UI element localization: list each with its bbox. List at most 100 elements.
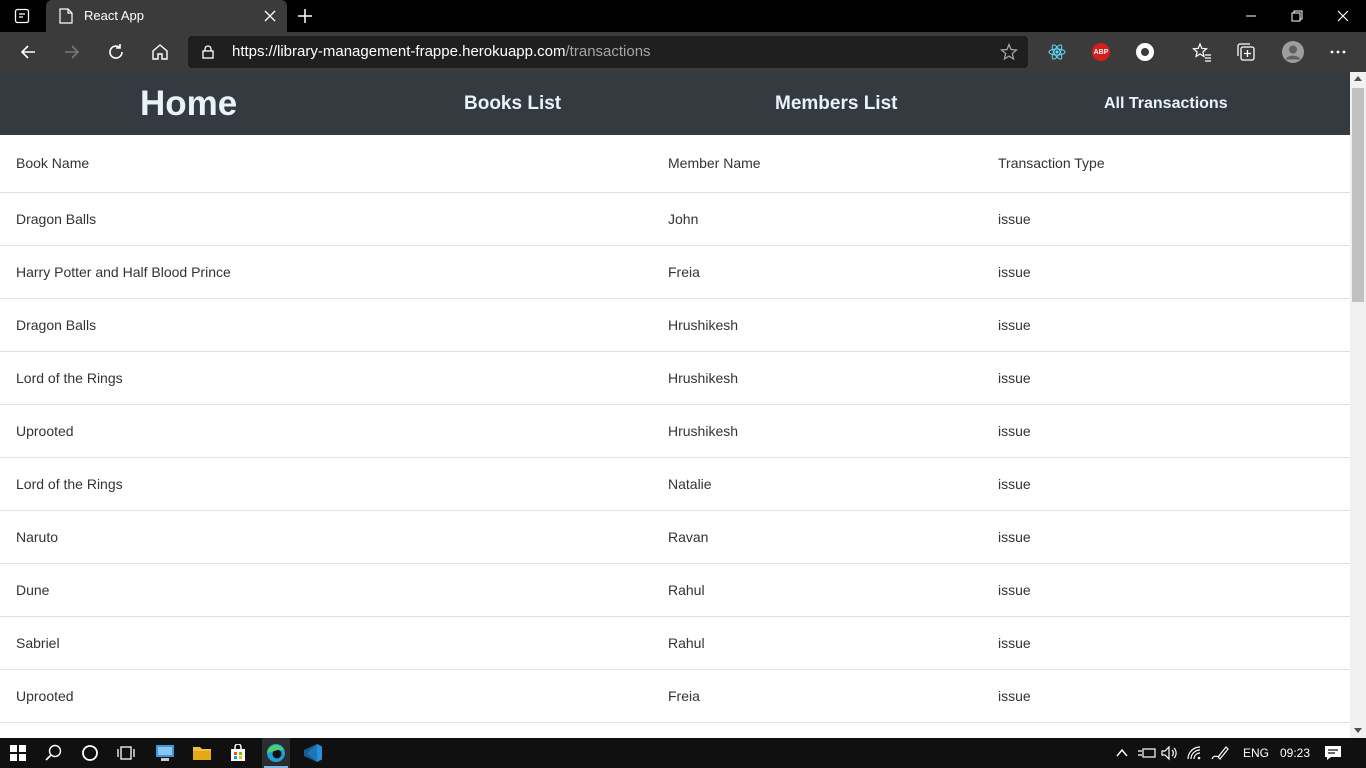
tab-actions-icon[interactable] <box>14 8 30 24</box>
minimize-button[interactable] <box>1228 0 1274 32</box>
settings-more-button[interactable] <box>1326 40 1350 64</box>
forward-button[interactable] <box>60 40 84 64</box>
pen-icon <box>1211 746 1229 760</box>
book-name-cell: Lord of the Rings <box>0 351 652 405</box>
notifications-icon <box>1325 746 1341 760</box>
browser-tab[interactable]: React App <box>46 0 287 32</box>
table-header-row: Book Name Member Name Transaction Type <box>0 135 1350 193</box>
extension-icon[interactable] <box>1136 43 1154 61</box>
close-window-button[interactable] <box>1320 0 1366 32</box>
battery-status-button[interactable] <box>1135 741 1159 765</box>
new-tab-icon[interactable] <box>296 7 314 25</box>
table-row: Sabriel Rahul issue <box>0 616 1350 670</box>
windows-logo-icon <box>10 745 26 761</box>
taskbar-app-store[interactable] <box>226 741 250 765</box>
nav-members-link[interactable]: Members List <box>775 93 897 115</box>
table-row: Uprooted Hrushikesh issue <box>0 404 1350 458</box>
pen-workspace-button[interactable] <box>1208 741 1232 765</box>
member-name-cell: Hrushikesh <box>652 298 982 352</box>
close-tab-icon[interactable] <box>263 9 277 23</box>
action-center-button[interactable] <box>1321 741 1345 765</box>
url-path: /transactions <box>565 43 651 60</box>
wifi-button[interactable] <box>1183 741 1207 765</box>
minimize-icon <box>1246 15 1256 17</box>
add-favorite-icon[interactable] <box>1000 43 1018 61</box>
edge-browser-icon <box>267 744 285 762</box>
table-row: Dragon Balls Hrushikesh issue <box>0 298 1350 352</box>
restore-button[interactable] <box>1274 0 1320 32</box>
transaction-type-cell: issue <box>982 404 1350 458</box>
back-button[interactable] <box>16 40 40 64</box>
member-name-cell: Rahul <box>652 563 982 617</box>
address-bar[interactable]: https://library-management-frappe.heroku… <box>188 36 1028 68</box>
react-devtools-icon[interactable] <box>1048 43 1066 61</box>
windows-taskbar: ENG 09:23 <box>0 738 1366 768</box>
home-icon <box>152 44 168 60</box>
home-button[interactable] <box>148 40 172 64</box>
scroll-up-arrow-icon[interactable] <box>1354 76 1362 81</box>
transaction-type-cell: issue <box>982 510 1350 564</box>
show-hidden-icons-button[interactable] <box>1110 741 1134 765</box>
taskbar-app-file-explorer[interactable] <box>190 741 214 765</box>
speaker-icon <box>1161 745 1177 761</box>
folder-icon <box>193 747 211 760</box>
table-row: Harry Potter and Half Blood Prince Freia… <box>0 245 1350 299</box>
page-scrollbar[interactable] <box>1350 72 1366 738</box>
taskbar-app-vscode[interactable] <box>301 741 325 765</box>
browser-title-bar: React App <box>0 0 1366 32</box>
member-name-cell: Ravan <box>652 510 982 564</box>
nav-home-link[interactable]: Home <box>140 84 237 124</box>
url-host: https://library-management-frappe.heroku… <box>232 43 566 60</box>
search-button[interactable] <box>42 741 66 765</box>
start-button[interactable] <box>6 741 30 765</box>
refresh-icon <box>109 44 123 59</box>
column-header-member-name: Member Name <box>652 135 982 193</box>
chevron-up-icon <box>1116 748 1128 757</box>
volume-button[interactable] <box>1158 741 1182 765</box>
clock-time[interactable]: 09:23 <box>1280 746 1310 760</box>
input-language-indicator[interactable]: ENG <box>1243 746 1269 760</box>
transaction-type-cell: issue <box>982 298 1350 352</box>
scroll-down-arrow-icon[interactable] <box>1354 728 1362 733</box>
battery-plug-icon <box>1138 748 1156 758</box>
transaction-type-cell: issue <box>982 245 1350 299</box>
table-row: Naruto Ravan issue <box>0 510 1350 564</box>
book-name-cell: Harry Potter and Half Blood Prince <box>0 245 652 299</box>
nav-books-link[interactable]: Books List <box>464 93 561 115</box>
cortana-button[interactable] <box>78 741 102 765</box>
member-name-cell: Rahul <box>652 616 982 670</box>
book-name-cell: Dune <box>0 563 652 617</box>
adblock-plus-icon[interactable]: ABP <box>1092 43 1110 61</box>
nav-transactions-link[interactable]: All Transactions <box>1104 95 1228 113</box>
transactions-table: Book Name Member Name Transaction Type D… <box>0 135 1350 723</box>
avatar <box>1282 41 1304 63</box>
browser-toolbar: https://library-management-frappe.heroku… <box>0 32 1366 72</box>
close-icon <box>1337 10 1349 22</box>
restore-icon <box>1291 10 1303 22</box>
favorites-button[interactable] <box>1190 40 1214 64</box>
book-name-cell: Sabriel <box>0 616 652 670</box>
book-name-cell: Uprooted <box>0 669 652 723</box>
transaction-type-cell: issue <box>982 351 1350 405</box>
transaction-type-cell: issue <box>982 563 1350 617</box>
profile-button[interactable] <box>1280 39 1306 65</box>
refresh-button[interactable] <box>104 40 128 64</box>
collections-button[interactable] <box>1234 40 1258 64</box>
url-text[interactable]: https://library-management-frappe.heroku… <box>232 43 651 60</box>
tab-title: React App <box>84 8 144 23</box>
transactions-table-container: Book Name Member Name Transaction Type D… <box>0 135 1350 738</box>
transaction-type-cell: issue <box>982 616 1350 670</box>
lock-icon[interactable] <box>202 45 214 59</box>
member-name-cell: John <box>652 192 982 246</box>
taskbar-app-edge[interactable] <box>264 741 288 765</box>
taskbar-app-desktop[interactable] <box>153 741 177 765</box>
table-row: Lord of the Rings Natalie issue <box>0 457 1350 511</box>
member-name-cell: Freia <box>652 669 982 723</box>
app-navbar: Home Books List Members List All Transac… <box>0 72 1350 135</box>
task-view-button[interactable] <box>114 741 138 765</box>
scrollbar-thumb[interactable] <box>1352 88 1364 302</box>
column-header-transaction-type: Transaction Type <box>982 135 1350 193</box>
wifi-icon <box>1187 746 1201 760</box>
column-header-book-name: Book Name <box>0 135 652 193</box>
table-row: Lord of the Rings Hrushikesh issue <box>0 351 1350 405</box>
